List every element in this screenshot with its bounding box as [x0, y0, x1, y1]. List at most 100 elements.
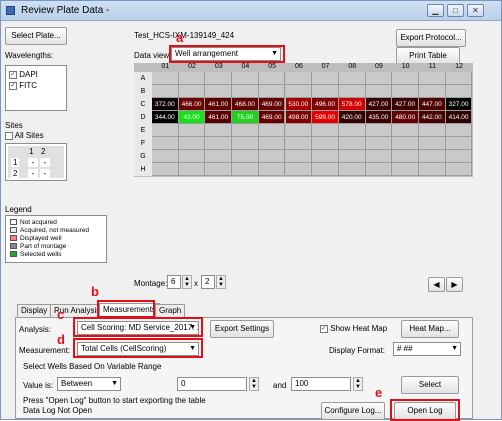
select-plate-button[interactable]: Select Plate...: [5, 27, 67, 45]
plate-well[interactable]: 447.00: [419, 98, 446, 111]
plate-well[interactable]: [312, 163, 339, 176]
minimize-icon[interactable]: ▁: [427, 4, 444, 17]
range-min-spinner[interactable]: ▲ ▼: [249, 377, 259, 391]
montage-y-input[interactable]: 2: [201, 275, 215, 289]
plate-well[interactable]: [258, 150, 286, 163]
column-header[interactable]: 12: [446, 63, 473, 72]
plate-well[interactable]: [392, 150, 419, 163]
plate-well[interactable]: [258, 124, 286, 137]
montage-y-spinner[interactable]: ▲ ▼: [216, 275, 226, 289]
plate-well[interactable]: 530.00: [285, 98, 313, 111]
column-header[interactable]: 06: [286, 63, 313, 72]
plate-well[interactable]: [419, 72, 446, 85]
column-header[interactable]: 02: [179, 63, 206, 72]
plate-well[interactable]: [419, 150, 446, 163]
column-header[interactable]: 01: [152, 63, 179, 72]
plate-well[interactable]: 344.00: [152, 111, 179, 124]
tab-graph[interactable]: Graph: [155, 304, 186, 318]
show-heat-map-checkbox[interactable]: ✓ Show Heat Map: [320, 324, 387, 333]
row-header[interactable]: H: [134, 163, 152, 176]
plate-well[interactable]: [338, 163, 366, 176]
plate-well[interactable]: [258, 137, 286, 150]
plate-well[interactable]: [445, 85, 473, 98]
plate-well[interactable]: 427.00: [392, 98, 419, 111]
plate-well[interactable]: [392, 137, 419, 150]
plate-well[interactable]: [258, 72, 286, 85]
select-button[interactable]: Select: [401, 376, 459, 394]
plate-well[interactable]: [178, 163, 206, 176]
all-sites-checkbox[interactable]: All Sites: [5, 131, 44, 140]
next-arrow-button[interactable]: ▶: [446, 277, 463, 292]
plate-well[interactable]: 480.00: [392, 111, 419, 124]
export-protocol-button[interactable]: Export Protocol...: [396, 29, 466, 47]
plate-well[interactable]: 43.00: [178, 111, 206, 124]
plate-well[interactable]: [178, 150, 206, 163]
prev-arrow-button[interactable]: ◀: [428, 277, 445, 292]
plate-well[interactable]: [232, 72, 259, 85]
plate-well[interactable]: [205, 150, 233, 163]
plate-well[interactable]: 442.00: [419, 111, 446, 124]
plate-well[interactable]: [205, 137, 233, 150]
plate-well[interactable]: [338, 150, 366, 163]
plate-well[interactable]: [312, 124, 339, 137]
montage-x-input[interactable]: 6: [167, 275, 181, 289]
plate-well[interactable]: [365, 163, 393, 176]
plate-well[interactable]: [365, 72, 393, 85]
heat-map-button[interactable]: Heat Map...: [401, 320, 459, 338]
column-header[interactable]: 10: [392, 63, 419, 72]
plate-well[interactable]: 427.00: [365, 98, 393, 111]
plate-well[interactable]: [365, 85, 393, 98]
plate-well[interactable]: [365, 150, 393, 163]
plate-well[interactable]: [338, 124, 366, 137]
plate-well[interactable]: [178, 85, 206, 98]
plate-well[interactable]: [365, 124, 393, 137]
plate-well[interactable]: [338, 85, 366, 98]
plate-well[interactable]: [232, 124, 259, 137]
plate-well[interactable]: [445, 137, 473, 150]
montage-x-spinner[interactable]: ▲ ▼: [182, 275, 192, 289]
plate-well[interactable]: [392, 85, 419, 98]
plate-well[interactable]: [419, 124, 446, 137]
plate-well[interactable]: [419, 163, 446, 176]
plate-well[interactable]: [312, 72, 339, 85]
plate-well[interactable]: [258, 85, 286, 98]
plate-well[interactable]: [152, 150, 179, 163]
plate-well[interactable]: [205, 72, 233, 85]
column-header[interactable]: 03: [205, 63, 232, 72]
value-is-select[interactable]: Between ▼: [57, 377, 121, 391]
plate-well[interactable]: [152, 85, 179, 98]
plate-well[interactable]: [445, 72, 473, 85]
plate-well[interactable]: [445, 163, 473, 176]
plate-well[interactable]: [419, 85, 446, 98]
plate-well[interactable]: [392, 72, 419, 85]
plate-well[interactable]: 461.00: [205, 98, 233, 111]
row-header[interactable]: C: [134, 98, 152, 111]
plate-well[interactable]: 469.00: [258, 98, 286, 111]
row-header[interactable]: F: [134, 137, 152, 150]
plate-well[interactable]: [232, 150, 259, 163]
plate-well[interactable]: [152, 163, 179, 176]
plate-well[interactable]: 578.00: [338, 98, 366, 111]
column-header[interactable]: 09: [366, 63, 393, 72]
column-header[interactable]: 05: [259, 63, 286, 72]
range-max-input[interactable]: 100: [291, 377, 351, 391]
wavelength-item[interactable]: ✓ DAPI: [9, 70, 38, 79]
configure-log-button[interactable]: Configure Log...: [321, 402, 385, 420]
column-header[interactable]: 04: [232, 63, 259, 72]
maximize-icon[interactable]: □: [447, 4, 464, 17]
plate-well[interactable]: [312, 85, 339, 98]
plate-well[interactable]: [178, 137, 206, 150]
plate-well[interactable]: [178, 72, 206, 85]
plate-well[interactable]: [445, 124, 473, 137]
plate-well[interactable]: [392, 163, 419, 176]
plate-well[interactable]: [312, 137, 339, 150]
plate-well[interactable]: 496.00: [312, 98, 339, 111]
plate-well[interactable]: 327.00: [445, 98, 473, 111]
row-header[interactable]: D: [134, 111, 152, 124]
plate-well[interactable]: 420.00: [338, 111, 366, 124]
plate-well[interactable]: [152, 124, 179, 137]
plate-well[interactable]: 372.00: [152, 98, 179, 111]
display-format-select[interactable]: # ## ▼: [393, 342, 461, 356]
range-min-input[interactable]: 0: [177, 377, 247, 391]
plate-well[interactable]: [205, 163, 233, 176]
